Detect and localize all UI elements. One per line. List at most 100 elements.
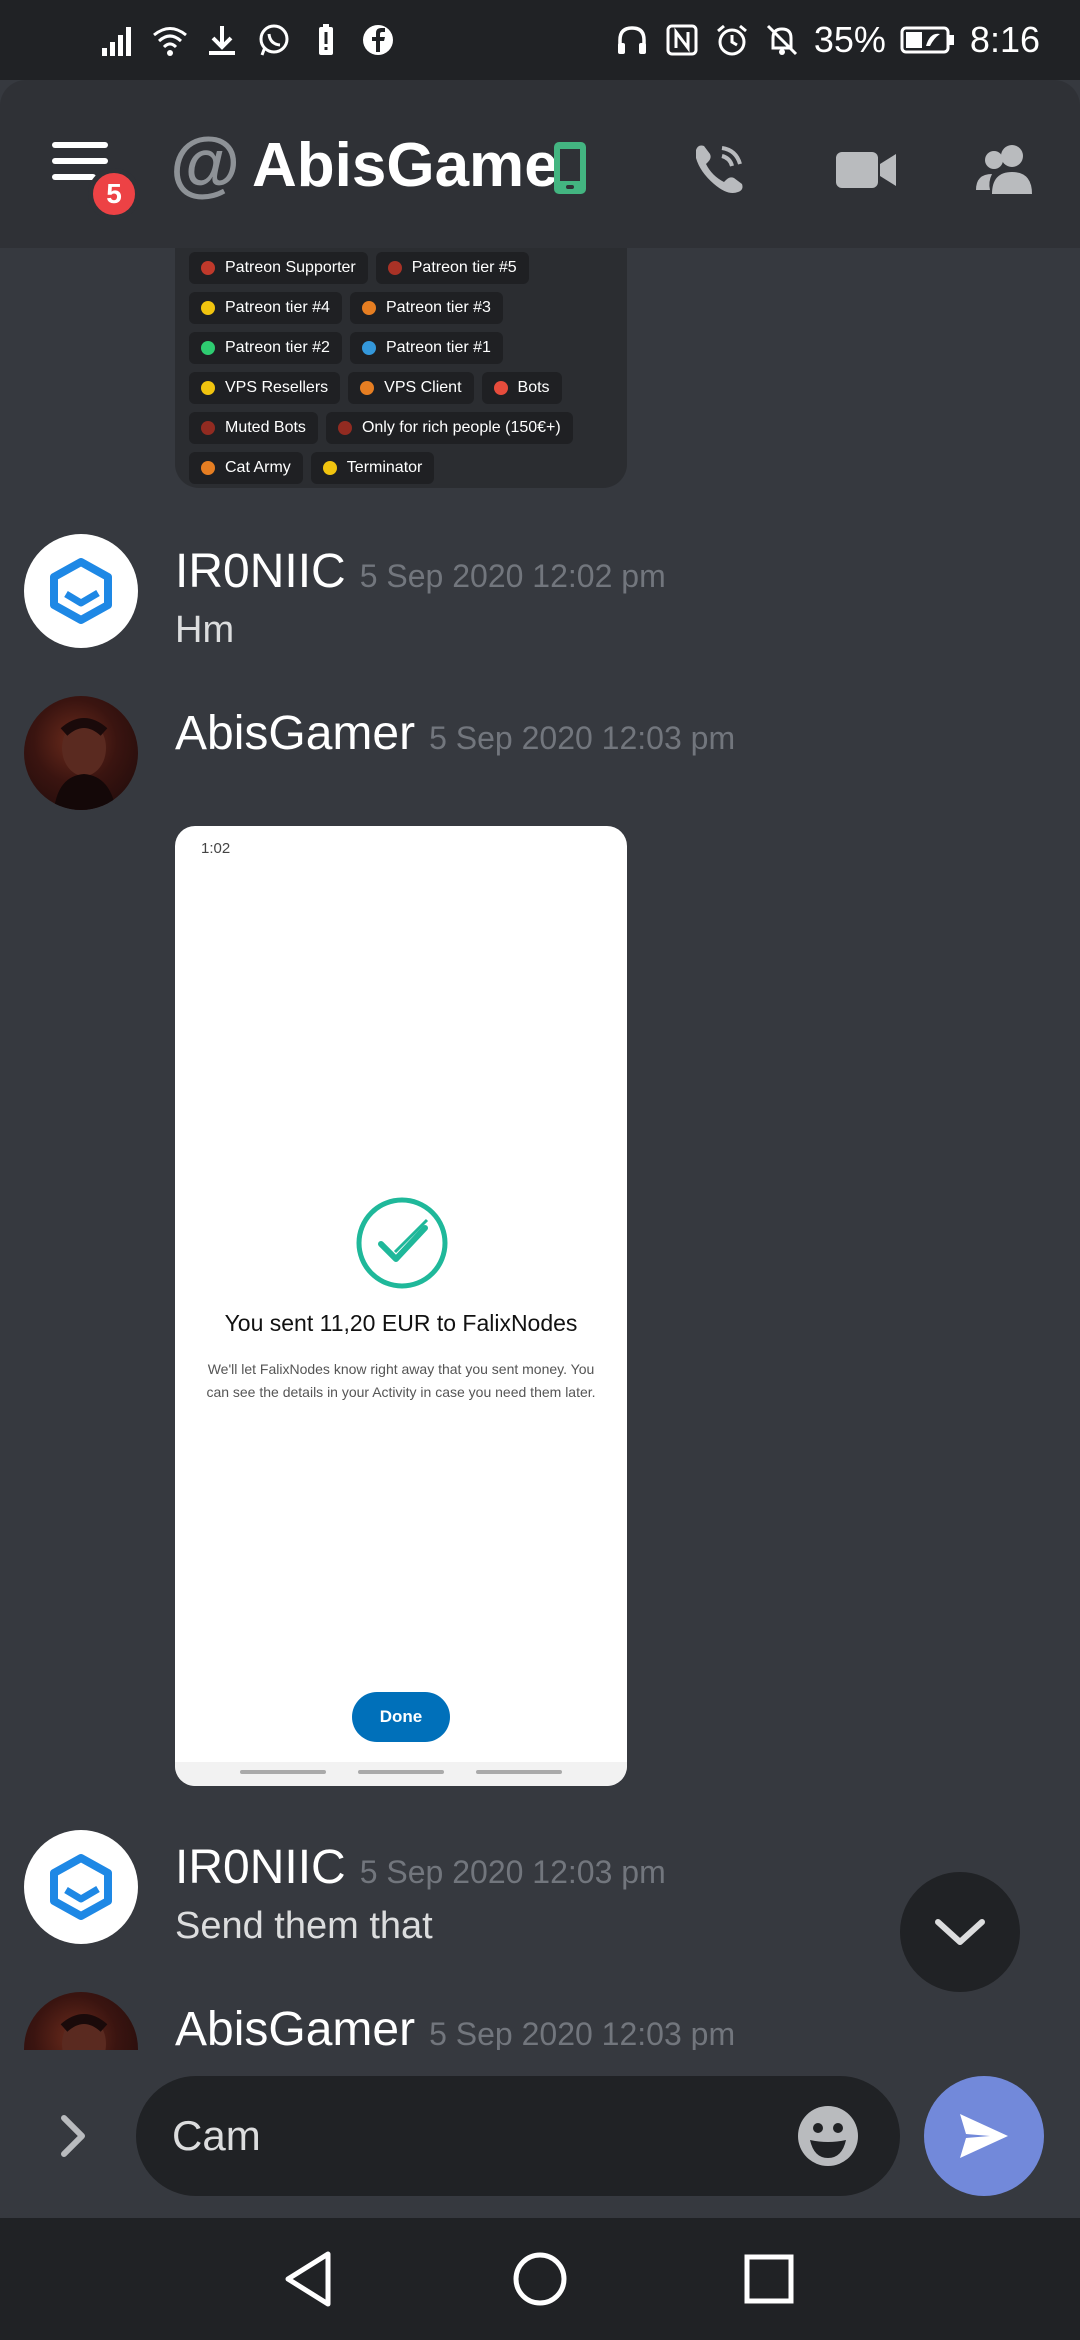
mute-bell-icon xyxy=(766,24,797,56)
payment-screenshot-attachment[interactable]: 1:02 You sent 11,20 EUR to FalixNodes We… xyxy=(175,826,627,1786)
role-row: Patreon tier #2 Patreon tier #1 xyxy=(189,332,503,364)
send-icon xyxy=(960,2114,1008,2158)
role-color-dot xyxy=(493,381,508,395)
role-color-dot xyxy=(201,341,215,355)
members-icon[interactable] xyxy=(974,140,1038,200)
role-chip: Only for rich people (150€+) xyxy=(325,412,573,444)
role-row: Patreon tier #4 Patreon tier #3 xyxy=(189,292,503,324)
ironiic-logo-icon xyxy=(50,558,112,624)
nfc-icon xyxy=(666,24,698,56)
message-header: IR0NIIC 5 Sep 2020 12:03 pm xyxy=(175,1840,666,1900)
attachment-nav-bar xyxy=(175,1762,627,1786)
attachment-title: You sent 11,20 EUR to FalixNodes xyxy=(224,1310,578,1336)
avatar[interactable] xyxy=(24,696,138,810)
ironiic-logo-icon xyxy=(50,1854,112,1920)
success-check-icon xyxy=(356,1197,448,1289)
status-right-icons: 35% 8:16 xyxy=(614,18,1040,62)
video-call-icon[interactable] xyxy=(834,140,898,200)
emoji-icon[interactable] xyxy=(796,2104,860,2168)
battery-icon xyxy=(900,26,954,54)
download-icon xyxy=(209,26,235,55)
status-bar: 35% 8:16 xyxy=(0,0,1080,80)
alarm-icon xyxy=(716,24,747,56)
voice-call-icon[interactable] xyxy=(688,140,752,200)
role-row: Patreon Supporter Patreon tier #5 xyxy=(189,252,529,284)
role-chip: VPS Client xyxy=(348,372,474,404)
chevron-down-icon xyxy=(935,1919,985,1945)
role-chip: VPS Resellers xyxy=(189,372,341,404)
role-color-dot xyxy=(201,261,215,275)
avatar[interactable] xyxy=(24,1992,138,2050)
role-chip: Patreon tier #3 xyxy=(349,292,503,324)
role-color-dot xyxy=(201,301,215,315)
roles-screenshot-attachment[interactable]: Patreon Supporter Patreon tier #5 Patreo… xyxy=(175,248,627,488)
role-chip: Cat Army xyxy=(189,452,303,484)
role-chip: Terminator xyxy=(310,452,435,484)
role-chip: Patreon tier #1 xyxy=(349,332,503,364)
role-chip: Patreon tier #4 xyxy=(189,292,342,324)
role-color-dot xyxy=(360,381,375,395)
role-row: Muted Bots Only for rich people (150€+) xyxy=(189,412,573,444)
send-button[interactable] xyxy=(924,2076,1044,2196)
attachment-status-time: 1:02 xyxy=(201,840,231,857)
message-list[interactable]: Patreon Supporter Patreon tier #5 Patreo… xyxy=(0,248,1080,2050)
role-color-dot xyxy=(322,461,337,475)
signal-icon xyxy=(102,27,131,56)
role-color-dot xyxy=(201,461,215,475)
timestamp: 5 Sep 2020 12:03 pm xyxy=(429,2016,736,2050)
battery-percent: 35% xyxy=(813,19,886,60)
message-text: Hm xyxy=(175,609,235,651)
jump-to-latest-button[interactable] xyxy=(900,1872,1020,1992)
timestamp: 5 Sep 2020 12:03 pm xyxy=(359,1854,666,1890)
message-header: AbisGamer 5 Sep 2020 12:03 pm xyxy=(175,2002,735,2050)
recents-icon[interactable] xyxy=(734,2244,804,2314)
role-chip: Muted Bots xyxy=(189,412,318,444)
unread-badge: 5 xyxy=(88,168,140,220)
message-text: Send them that xyxy=(175,1905,433,1947)
role-color-dot xyxy=(201,381,215,395)
dm-title: AbisGamer xyxy=(252,131,583,200)
facebook-icon xyxy=(363,25,393,55)
username[interactable]: IR0NIIC xyxy=(175,545,346,598)
username[interactable]: AbisGamer xyxy=(175,707,415,760)
timestamp: 5 Sep 2020 12:02 pm xyxy=(359,558,666,594)
back-icon[interactable] xyxy=(274,2244,344,2314)
avatar[interactable] xyxy=(24,1830,138,1944)
status-left-icons xyxy=(100,18,396,62)
channel-header: 5 @ AbisGamer xyxy=(0,80,1080,248)
battery-saver-icon xyxy=(319,24,333,55)
user-photo-icon xyxy=(60,2014,108,2050)
role-color-dot xyxy=(361,301,376,315)
home-icon[interactable] xyxy=(505,2244,575,2314)
avatar[interactable] xyxy=(24,534,138,648)
role-color-dot xyxy=(201,421,215,435)
role-row: VPS Resellers VPS Client Bots xyxy=(189,372,562,404)
username[interactable]: AbisGamer xyxy=(175,2003,415,2050)
wifi-icon xyxy=(153,27,187,56)
message-input[interactable] xyxy=(172,2112,772,2160)
at-symbol: @ xyxy=(170,124,241,204)
role-color-dot xyxy=(387,261,402,275)
message-header: IR0NIIC 5 Sep 2020 12:02 pm xyxy=(175,544,666,604)
system-nav-bar xyxy=(0,2218,1080,2340)
username[interactable]: IR0NIIC xyxy=(175,1841,346,1894)
message-header: AbisGamer 5 Sep 2020 12:03 pm xyxy=(175,706,735,766)
role-chip: Bots xyxy=(481,372,562,404)
expand-actions-button[interactable] xyxy=(48,2106,100,2166)
user-photo-icon xyxy=(54,718,116,810)
role-chip: Patreon tier #5 xyxy=(375,252,529,284)
attachment-done-button: Done xyxy=(352,1692,450,1742)
clock: 8:16 xyxy=(969,19,1040,60)
mobile-status-icon xyxy=(554,142,586,194)
headphones-icon xyxy=(617,26,646,54)
whatsapp-icon xyxy=(259,24,289,56)
message-composer xyxy=(0,2050,1080,2218)
role-chip: Patreon tier #2 xyxy=(189,332,342,364)
attachment-body: We'll let FalixNodes know right away tha… xyxy=(206,1361,596,1400)
role-color-dot xyxy=(337,421,352,435)
role-chip: Patreon Supporter xyxy=(189,252,368,284)
message-input-box[interactable] xyxy=(136,2076,900,2196)
role-row: Cat Army Terminator xyxy=(189,452,435,484)
timestamp: 5 Sep 2020 12:03 pm xyxy=(429,720,736,756)
role-color-dot xyxy=(361,341,376,355)
